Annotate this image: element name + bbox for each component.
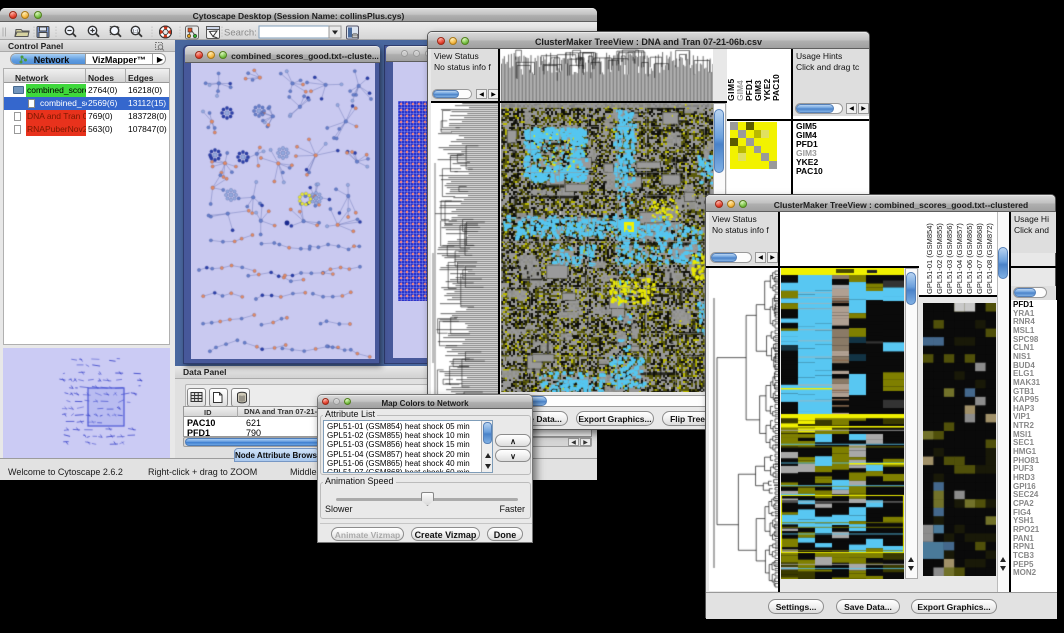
svg-text:1:1: 1:1 — [132, 28, 139, 33]
svg-text:Search:: Search: — [224, 28, 257, 39]
